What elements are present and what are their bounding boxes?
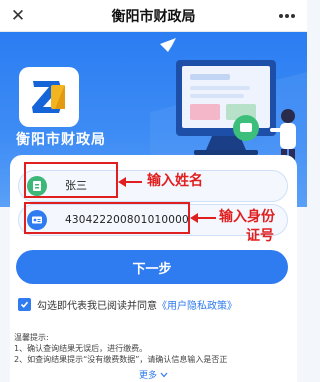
privacy-policy-link[interactable]: 《用户隐私政策》 (157, 297, 237, 312)
more-label: 更多 (139, 371, 158, 381)
page-title: 衡阳市财政局 (111, 8, 196, 25)
agency-logo (19, 67, 79, 127)
name-annotation: 输入姓名 (147, 173, 203, 189)
agreement-text: 勾选即代表我已阅读并同意 (37, 300, 157, 312)
id-highlight-box (24, 202, 190, 234)
chevron-down-icon (160, 372, 168, 378)
agency-name: 衡阳市财政局 (16, 132, 106, 148)
more-toggle[interactable]: 更多 (0, 368, 307, 381)
close-icon[interactable]: ✕ (8, 6, 28, 26)
id-annotation-line2: 证号 (246, 228, 274, 244)
tips-line-1: 1、确认查询结果无误后，进行缴费。 (14, 344, 148, 353)
tips-heading: 温馨提示: (14, 333, 49, 342)
id-arrow-icon (190, 213, 216, 223)
more-dots-icon[interactable] (277, 7, 297, 25)
next-button[interactable]: 下一步 (16, 250, 288, 284)
checkbox-checked-icon[interactable] (18, 297, 31, 311)
title-bar: ✕ 衡阳市财政局 (0, 0, 307, 32)
agreement-row: 勾选即代表我已阅读并同意 《用户隐私政策》 (18, 296, 298, 312)
id-annotation-line1: 输入身份 (219, 209, 275, 225)
name-arrow-icon (118, 177, 142, 187)
name-highlight-box (24, 162, 118, 198)
tips-line-2: 2、如查询结果提示“没有缴费数据”，请确认信息输入是否正 (14, 355, 228, 364)
tips-section: 温馨提示: 1、确认查询结果无误后，进行缴费。 2、如查询结果提示“没有缴费数据… (14, 332, 299, 365)
